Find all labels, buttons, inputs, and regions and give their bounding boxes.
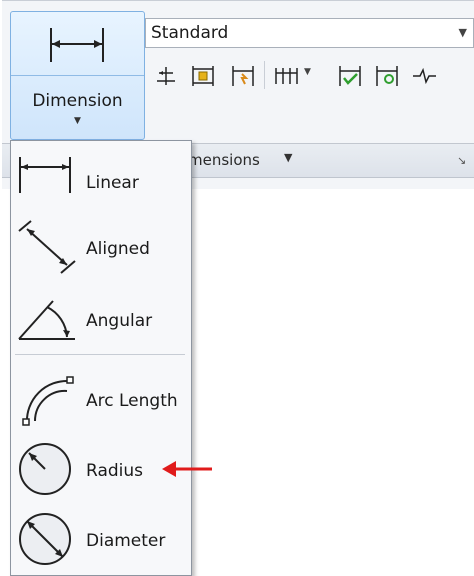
baseline-button[interactable]: [149, 59, 181, 91]
jogged-linear-icon: [413, 67, 436, 85]
radius-icon: [19, 443, 71, 495]
menu-item-label: Diameter: [86, 531, 166, 551]
menu-item-label: Aligned: [86, 239, 150, 259]
dimension-break-button[interactable]: [226, 59, 258, 91]
menu-separator: [15, 354, 185, 355]
diameter-icon: [19, 513, 71, 565]
menu-item-angular[interactable]: Angular: [11, 283, 189, 353]
dimension-dropdown-menu: Linear Aligned Angular Arc Length Radius…: [10, 140, 192, 576]
dimension-break-icon: [232, 66, 254, 86]
menu-item-label: Arc Length: [86, 391, 178, 411]
linear-icon: [19, 157, 71, 193]
aligned-icon: [18, 220, 76, 274]
menu-item-diameter[interactable]: Diameter: [11, 503, 189, 573]
toolbar-separator: [264, 61, 265, 89]
angular-icon: [18, 300, 75, 340]
dimension-button-label: Dimension: [32, 91, 123, 111]
baseline-icon: [157, 67, 175, 85]
inspect-icon: [339, 66, 361, 86]
jogged-linear-button[interactable]: [407, 59, 439, 91]
chevron-down-icon[interactable]: ▼: [459, 26, 467, 39]
chevron-down-icon[interactable]: ▼: [304, 67, 311, 77]
continue-icon: [275, 68, 298, 84]
panel-launcher-icon[interactable]: ↘: [457, 154, 466, 167]
chevron-down-icon[interactable]: ▼: [284, 151, 292, 164]
menu-item-linear[interactable]: Linear: [11, 143, 189, 213]
inspect-button[interactable]: [333, 59, 365, 91]
menu-item-label: Radius: [86, 461, 144, 481]
dimension-style-select[interactable]: Standard ▼: [145, 18, 474, 48]
split-divider: [11, 75, 144, 76]
menu-item-label: Linear: [86, 173, 139, 193]
menu-item-label: Angular: [86, 311, 153, 331]
menu-item-arc-length[interactable]: Arc Length: [11, 363, 189, 433]
red-arrow-icon: [162, 461, 212, 477]
dimension-space-icon: [192, 66, 214, 86]
arc-length-icon: [22, 376, 74, 426]
chevron-down-icon[interactable]: ▼: [11, 116, 144, 126]
menu-item-aligned[interactable]: Aligned: [11, 213, 189, 283]
panel-title: mensions: [188, 151, 260, 169]
update-button[interactable]: [370, 59, 402, 91]
dimension-style-value: Standard: [151, 23, 229, 43]
dimension-button[interactable]: Dimension ▼: [10, 11, 145, 140]
dimension-space-button[interactable]: [186, 59, 218, 91]
continue-button[interactable]: [270, 59, 302, 91]
update-icon: [376, 66, 398, 86]
linear-dimension-icon: [50, 28, 104, 62]
